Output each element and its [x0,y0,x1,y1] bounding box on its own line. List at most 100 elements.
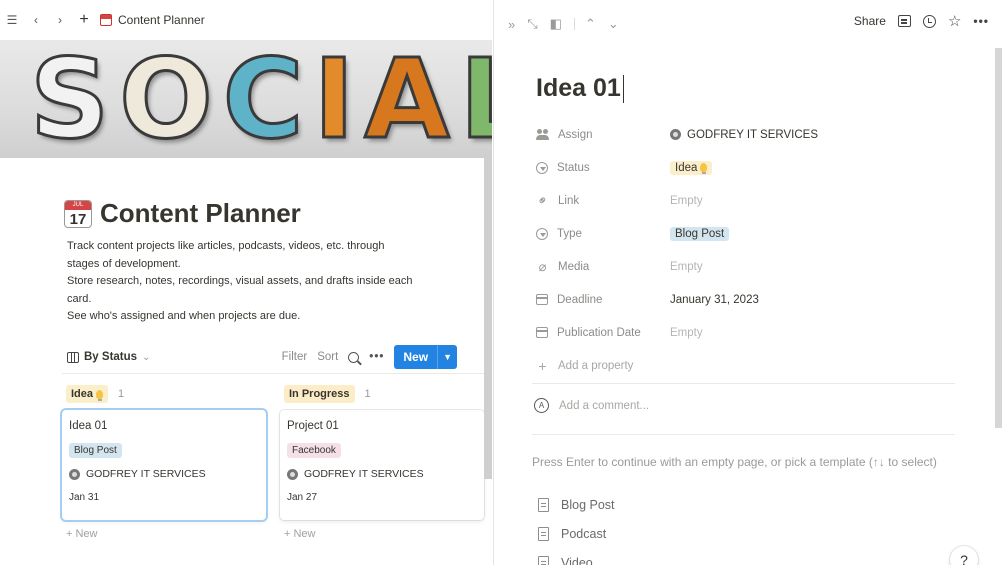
property-value[interactable]: Empty [670,261,703,273]
template-item-podcast[interactable]: Podcast [538,519,615,548]
sort-button[interactable]: Sort [317,351,338,363]
property-deadline[interactable]: Deadline January 31, 2023 [536,283,956,316]
property-value[interactable]: Empty [670,195,703,207]
column-count: 1 [118,388,125,400]
select-icon [536,161,548,174]
document-icon [538,497,549,512]
search-icon[interactable] [348,351,360,363]
menu-icon[interactable]: ☰ [4,12,20,28]
property-value[interactable]: Idea [670,160,713,175]
chevron-down-icon[interactable]: ▼ [437,345,457,369]
scrollbar[interactable] [995,48,1002,428]
template-item-video[interactable]: Video [538,548,615,565]
scrollbar[interactable] [484,154,492,479]
property-media[interactable]: ⌀ Media Empty [536,250,956,283]
breadcrumb[interactable]: Content Planner [100,13,205,27]
breadcrumb-title: Content Planner [118,13,205,27]
close-peek-icon[interactable]: » [508,17,515,32]
column-header[interactable]: In Progress 1 [284,384,484,404]
peek-toolbar: » ⤡ ◧ ⌃ ⌄ Share ☆ ••• [494,0,1005,48]
peek-page-title[interactable]: Idea 01 [536,74,625,103]
property-label-text: Deadline [557,293,603,306]
property-label: ⌀ Media [536,258,670,274]
cover-letter: A [363,40,451,158]
property-label-text: Media [558,260,590,273]
divider [573,18,575,30]
card-date: Jan 27 [287,492,318,503]
database-view-bar: By Status ⌄ Filter Sort ••• New ▼ [67,345,457,369]
property-label: Status [536,161,670,174]
page-description[interactable]: Track content projects like articles, po… [67,238,417,326]
column-header[interactable]: Idea 1 [66,384,266,404]
expand-icon[interactable]: ⤡ [527,16,537,32]
filter-button[interactable]: Filter [282,351,308,363]
card-title: Idea 01 [69,420,108,432]
view-actions: Filter Sort ••• New ▼ [282,345,457,369]
property-label-text: Type [557,227,582,240]
help-button[interactable]: ? [950,546,978,565]
add-page-icon[interactable]: + [76,11,92,28]
more-options-icon[interactable]: ••• [369,351,384,363]
property-value[interactable]: GODFREY IT SERVICES [670,129,818,141]
chevron-down-icon[interactable]: ⌄ [608,16,619,32]
board-card[interactable]: Project 01 Facebook GODFREY IT SERVICES … [280,410,484,520]
forward-arrow-icon[interactable]: › [52,12,68,28]
property-status[interactable]: Status Idea [536,151,956,184]
description-line: Track content projects like articles, po… [67,240,385,270]
cover-letter: O [118,40,215,158]
view-tab-by-status[interactable]: By Status ⌄ [67,351,150,363]
back-arrow-icon[interactable]: ‹ [28,12,44,28]
assignee-name: GODFREY IT SERVICES [687,128,819,141]
property-value[interactable]: January 31, 2023 [670,294,759,306]
template-list: Blog Post Podcast Video [538,490,615,565]
template-item-blog-post[interactable]: Blog Post [538,490,615,519]
cover-letter: I [312,40,356,158]
property-label: Publication Date [536,327,670,339]
avatar: A [534,398,549,413]
plus-icon: + [538,357,547,374]
owner-name: GODFREY IT SERVICES [86,468,206,480]
property-value[interactable]: Blog Post [670,226,730,241]
add-property-button[interactable]: + Add a property [536,349,956,382]
favorite-star-icon[interactable]: ☆ [948,14,961,29]
chevron-up-icon[interactable]: ⌃ [585,16,596,32]
status-label: In Progress [289,388,350,400]
comments-icon[interactable] [897,15,911,27]
new-button[interactable]: New ▼ [394,345,457,369]
document-icon [538,526,549,541]
comment-input-row[interactable]: A Add a comment... [534,398,649,413]
property-value[interactable]: Empty [670,327,703,339]
add-card-button[interactable]: + New [66,528,266,540]
company-logo-icon [69,468,80,480]
new-button-label[interactable]: New [394,345,438,369]
content-planner-page: ☰ ‹ › + Content Planner SOCIAL JUL 17 Co… [0,0,492,565]
board-card[interactable]: Idea 01 Blog Post GODFREY IT SERVICES Ja… [62,410,266,520]
updates-clock-icon[interactable] [922,14,936,28]
page-cover-image[interactable]: SOCIAL [0,40,492,158]
calendar-icon [100,14,112,26]
property-link[interactable]: ⚭ Link Empty [533,184,956,217]
add-card-button[interactable]: + New [284,528,484,540]
divider [532,383,955,384]
page-title[interactable]: Content Planner [100,198,301,229]
property-label-text: Link [558,194,580,207]
add-property-label: Add a property [558,359,634,372]
page-peek-panel: » ⤡ ◧ ⌃ ⌄ Share ☆ ••• Idea 01 Assign GOD… [493,0,1005,565]
comment-input[interactable]: Add a comment... [559,400,649,412]
property-assign[interactable]: Assign GODFREY IT SERVICES [536,118,956,151]
description-line: See who's assigned and when projects are… [67,310,301,322]
calendar-icon [536,294,548,305]
property-publication-date[interactable]: Publication Date Empty [536,316,956,349]
title-text[interactable]: Idea 01 [536,74,621,103]
share-button[interactable]: Share [854,14,886,28]
lightbulb-icon [700,163,708,174]
calendar-icon[interactable]: JUL 17 [64,199,92,228]
side-peek-icon[interactable]: ◧ [550,16,562,32]
status-chip: Idea [670,160,713,175]
template-label: Blog Post [561,497,615,512]
more-options-icon[interactable]: ••• [973,14,989,28]
lightbulb-icon [96,389,104,401]
property-label-text: Publication Date [557,326,641,339]
property-type[interactable]: Type Blog Post [536,217,956,250]
paperclip-icon: ⌀ [538,258,547,274]
